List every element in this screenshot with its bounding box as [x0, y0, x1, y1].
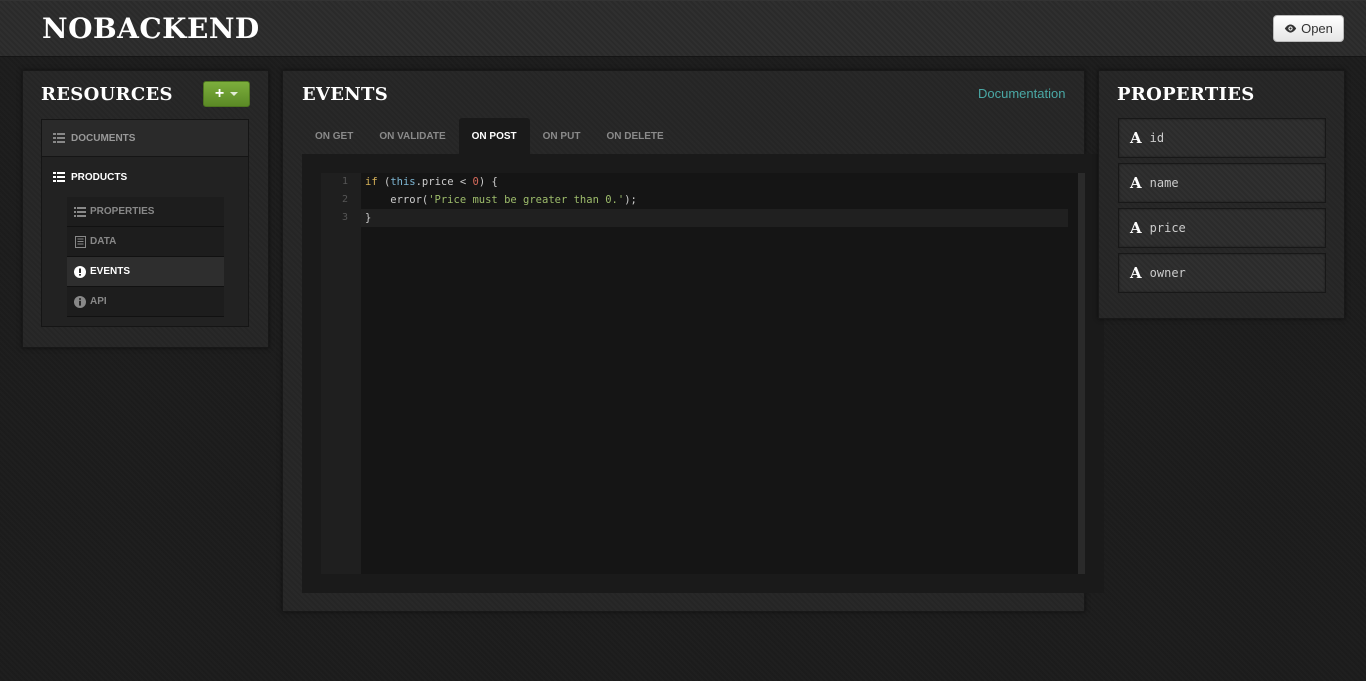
sub-item-label: DATA	[90, 236, 117, 247]
list-icon	[74, 206, 86, 218]
open-button-label: Open	[1301, 21, 1333, 36]
code-line: error('Price must be greater than 0.');	[365, 194, 637, 206]
string-type-icon: A	[1130, 174, 1142, 192]
resource-list: DOCUMENTS PRODUCTS PROPERTIES DATA EVENT…	[41, 119, 249, 327]
editor-scrollbar[interactable]	[1078, 173, 1085, 574]
resource-item-documents[interactable]: DOCUMENTS	[42, 120, 248, 157]
info-circle-icon	[74, 295, 86, 308]
resource-item-products[interactable]: PRODUCTS	[42, 158, 248, 196]
properties-title: PROPERTIES	[1117, 84, 1255, 105]
resource-item-label: DOCUMENTS	[71, 132, 136, 144]
sub-item-label: EVENTS	[90, 266, 131, 277]
eye-icon	[1284, 24, 1297, 33]
document-icon	[74, 235, 86, 248]
events-panel: EVENTS Documentation ON GET ON VALIDATE …	[282, 70, 1104, 612]
string-type-icon: A	[1130, 129, 1142, 147]
top-bar: NOBACKEND Open	[0, 0, 1366, 57]
sub-item-label: API	[90, 296, 107, 307]
code-editor[interactable]: 1 2 3 if (this.price < 0) { error('Price…	[321, 173, 1085, 574]
tab-on-put[interactable]: ON PUT	[530, 118, 594, 154]
property-item-price[interactable]: A price	[1118, 208, 1326, 248]
sub-item-events[interactable]: EVENTS	[67, 257, 224, 287]
resources-title: RESOURCES	[41, 84, 173, 105]
property-name: price	[1149, 221, 1186, 235]
code-line: }	[361, 209, 1068, 227]
property-name: owner	[1149, 266, 1186, 280]
brand-logo[interactable]: NOBACKEND	[42, 12, 260, 45]
exclamation-circle-icon	[74, 265, 86, 278]
line-number: 2	[341, 194, 348, 205]
line-number: 1	[341, 176, 348, 187]
property-item-owner[interactable]: A owner	[1118, 253, 1326, 293]
tab-on-post[interactable]: ON POST	[458, 118, 530, 154]
sub-item-label: PROPERTIES	[90, 206, 155, 217]
tab-on-delete[interactable]: ON DELETE	[593, 118, 676, 154]
caret-down-icon	[230, 92, 239, 96]
sub-item-properties[interactable]: PROPERTIES	[67, 197, 224, 227]
open-button[interactable]: Open	[1273, 15, 1344, 42]
string-type-icon: A	[1130, 264, 1142, 282]
list-icon	[53, 171, 65, 183]
code-area[interactable]: if (this.price < 0) { error('Price must …	[361, 173, 1068, 227]
string-type-icon: A	[1130, 219, 1142, 237]
tab-on-get[interactable]: ON GET	[302, 118, 366, 154]
plus-icon: +	[214, 85, 225, 102]
property-item-id[interactable]: A id	[1118, 118, 1326, 158]
properties-panel: PROPERTIES A id A name A price A owner	[1098, 70, 1345, 319]
resources-panel: RESOURCES + DOCUMENTS PRODUCTS PROPERTIE…	[22, 70, 269, 348]
editor-container: 1 2 3 if (this.price < 0) { error('Price…	[302, 154, 1104, 593]
tab-on-validate[interactable]: ON VALIDATE	[366, 118, 458, 154]
property-name: id	[1149, 131, 1165, 145]
line-number-gutter: 1 2 3	[321, 173, 361, 574]
documentation-link[interactable]: Documentation	[978, 86, 1065, 101]
code-line: if (this.price < 0) {	[365, 176, 498, 188]
list-icon	[53, 132, 65, 144]
event-tabs: ON GET ON VALIDATE ON POST ON PUT ON DEL…	[302, 118, 677, 154]
events-title: EVENTS	[302, 84, 389, 105]
line-number: 3	[341, 212, 348, 223]
property-item-name[interactable]: A name	[1118, 163, 1326, 203]
resource-item-label: PRODUCTS	[71, 171, 128, 183]
sub-item-data[interactable]: DATA	[67, 227, 224, 257]
add-resource-button[interactable]: +	[203, 81, 250, 107]
sub-item-api[interactable]: API	[67, 287, 224, 317]
property-name: name	[1149, 176, 1179, 190]
